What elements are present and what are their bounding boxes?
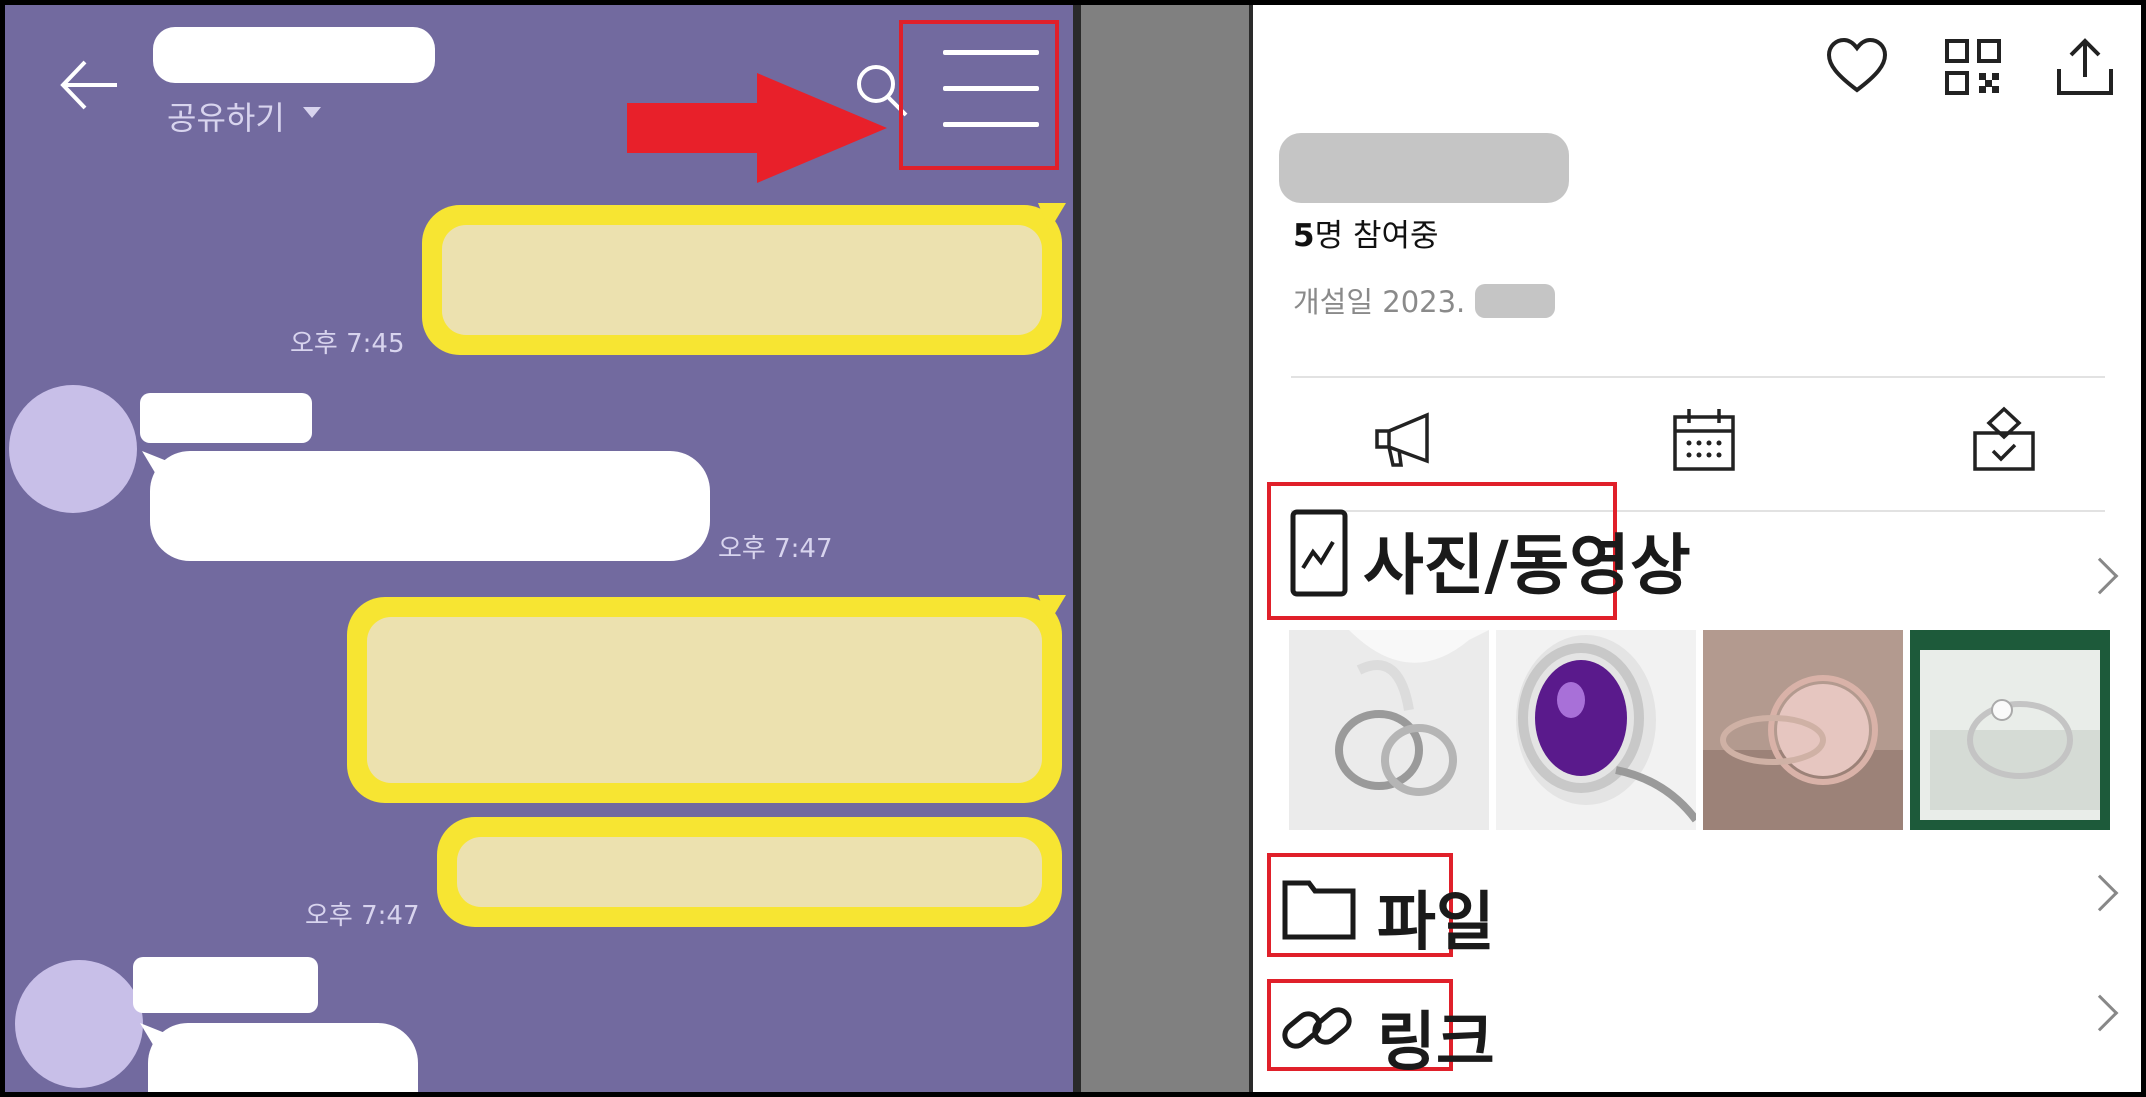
sender-name-redacted <box>140 393 312 443</box>
share-dropdown-caret-icon[interactable] <box>303 107 321 118</box>
outgoing-message-bubble[interactable] <box>347 595 1066 803</box>
chat-screen: 공유하기 오후 7:45 오후 7:47 오후 7:47 <box>5 5 1073 1092</box>
chevron-right-icon[interactable] <box>2081 874 2119 912</box>
incoming-message-bubble[interactable] <box>142 451 710 561</box>
menu-bar <box>943 50 1039 55</box>
heart-icon[interactable] <box>1825 35 1889 99</box>
files-section-header[interactable]: 파일 <box>1267 853 1495 960</box>
chevron-right-icon[interactable] <box>2081 994 2119 1032</box>
media-section-header[interactable]: 사진/동영상 <box>1267 482 1691 620</box>
chat-title-redacted <box>153 27 435 83</box>
avatar[interactable] <box>9 385 137 513</box>
vote-icon[interactable] <box>1969 405 2039 475</box>
folder-icon <box>1282 880 1356 940</box>
menu-bar <box>943 86 1039 91</box>
qr-code-icon[interactable] <box>1941 35 2005 99</box>
share-upload-icon[interactable] <box>2053 35 2117 99</box>
links-section-label: 링크 <box>1377 1006 1495 1080</box>
files-section-label: 파일 <box>1377 886 1495 960</box>
amethyst-ring-photo[interactable] <box>1496 630 1696 830</box>
outgoing-message-bubble[interactable] <box>422 203 1066 355</box>
diamond-ring-box-photo[interactable] <box>1910 630 2110 830</box>
media-section-label: 사진/동영상 <box>1363 527 1691 604</box>
menu-bar <box>943 122 1039 127</box>
gray-spacer <box>1081 5 1249 1092</box>
chevron-right-icon[interactable] <box>2081 557 2119 595</box>
bubble-tail <box>142 451 172 481</box>
message-content-redacted <box>442 225 1042 335</box>
photo-icon <box>1290 509 1348 597</box>
wedding-rings-photo[interactable] <box>1289 630 1489 830</box>
panel-divider <box>1073 5 1081 1092</box>
message-timestamp: 오후 7:45 <box>290 329 405 359</box>
incoming-message-bubble[interactable] <box>140 1023 418 1092</box>
outgoing-message-bubble[interactable] <box>437 817 1062 927</box>
created-date-redacted <box>1475 284 1555 318</box>
message-content-redacted <box>367 617 1042 783</box>
rose-quartz-ring-photo[interactable] <box>1703 630 1903 830</box>
chat-room-drawer: 5명 참여중 개설일 2023. 사진/동영상 파일 링크 <box>1253 5 2141 1092</box>
message-timestamp: 오후 7:47 <box>718 534 833 564</box>
member-count-suffix: 명 참여중 <box>1314 218 1439 254</box>
created-date: 개설일 2023. <box>1293 285 1466 319</box>
message-content-redacted <box>457 837 1042 907</box>
calendar-icon[interactable] <box>1669 405 1739 475</box>
screenshot-frame: 공유하기 오후 7:45 오후 7:47 오후 7:47 5명 참여중 개설일 … <box>0 0 2146 1097</box>
avatar[interactable] <box>15 960 143 1088</box>
link-icon <box>1282 1007 1352 1049</box>
links-section-header[interactable]: 링크 <box>1267 979 1495 1080</box>
divider-line <box>1291 376 2105 378</box>
bubble-tail <box>1038 203 1066 231</box>
message-timestamp: 오후 7:47 <box>305 901 420 931</box>
sender-name-redacted <box>133 957 318 1013</box>
back-arrow-icon[interactable] <box>55 50 125 120</box>
room-name-redacted <box>1279 133 1569 203</box>
megaphone-icon[interactable] <box>1369 405 1439 475</box>
bubble-tail <box>140 1023 170 1053</box>
red-pointer-arrow <box>627 73 887 183</box>
hamburger-menu-button[interactable] <box>899 20 1059 170</box>
share-label[interactable]: 공유하기 <box>167 93 285 139</box>
member-count: 5명 참여중 <box>1293 210 1439 255</box>
member-count-number: 5 <box>1293 218 1315 254</box>
bubble-tail <box>1038 595 1066 623</box>
